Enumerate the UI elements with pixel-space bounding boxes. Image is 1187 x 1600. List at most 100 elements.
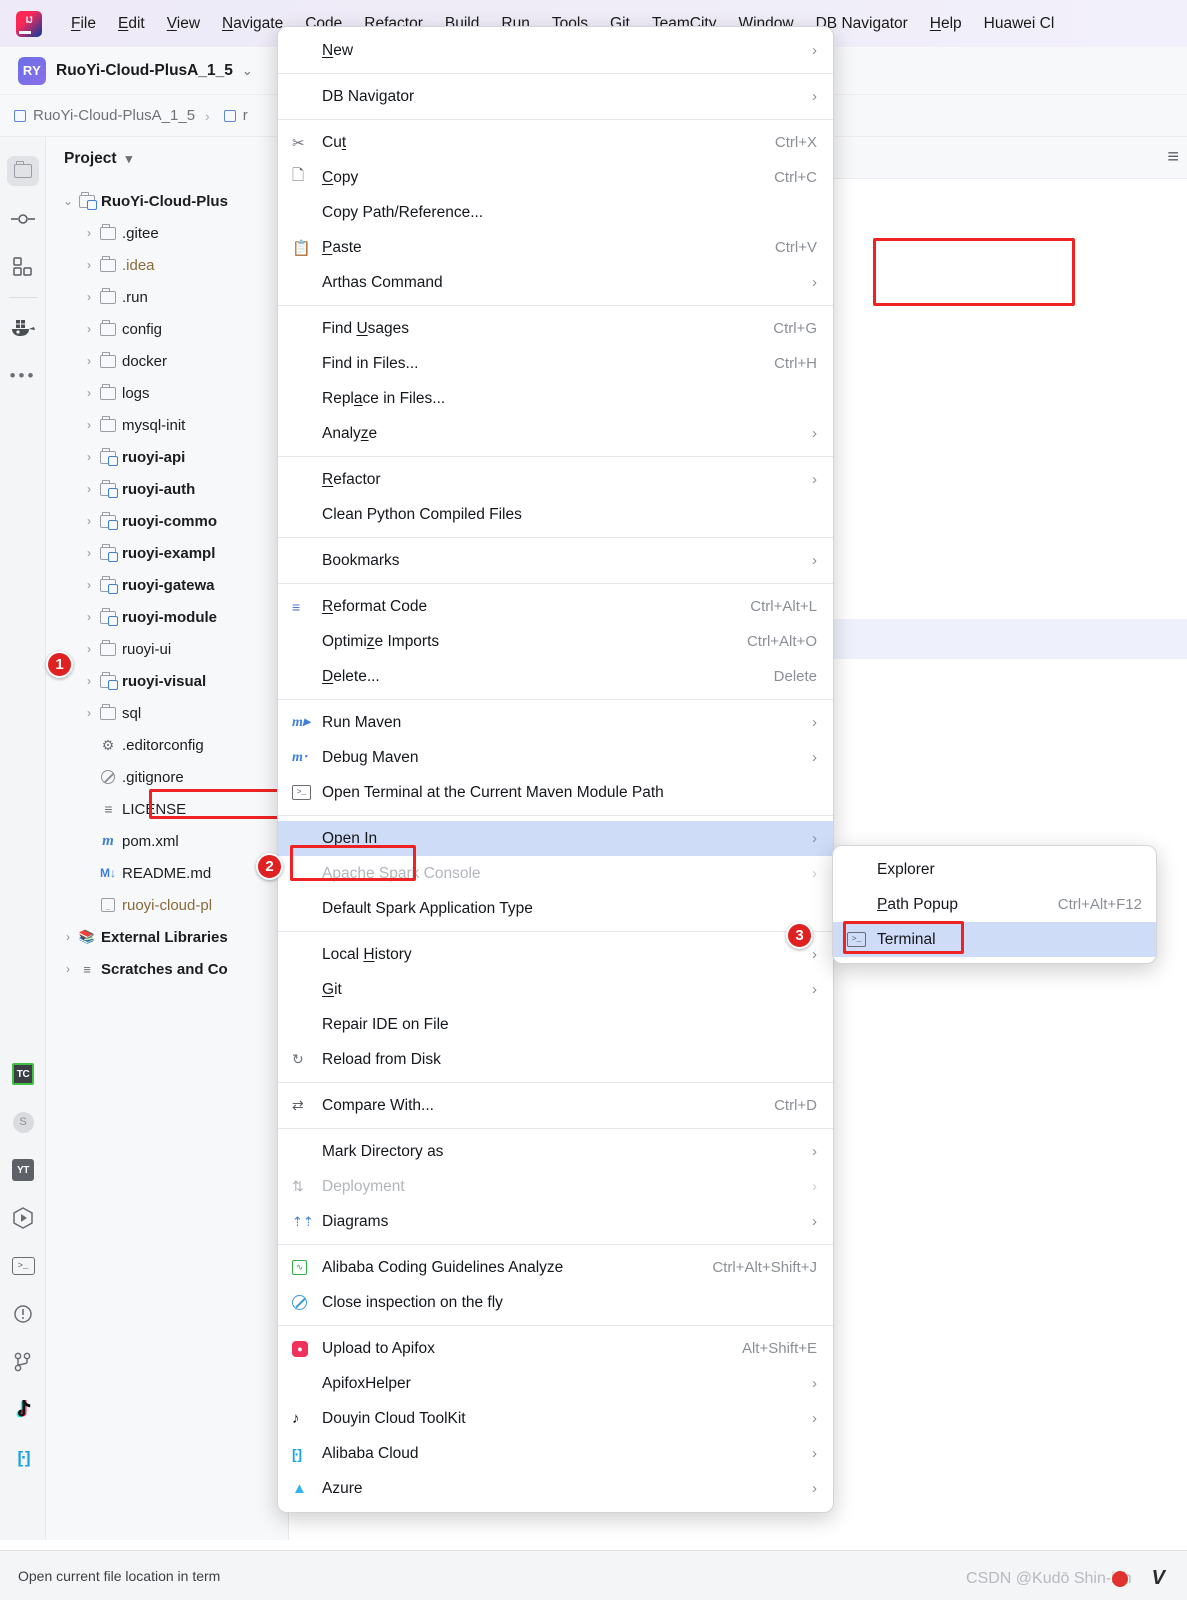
commit-icon[interactable] — [0, 195, 46, 243]
tree-item-ruoyi-auth[interactable]: › ruoyi-auth — [46, 473, 288, 505]
tree-item-ruoyi-module[interactable]: › ruoyi-module — [46, 601, 288, 633]
tree-item-sql[interactable]: › sql — [46, 697, 288, 729]
tree-item-scratches-and-co[interactable]: › ≡ Scratches and Co — [46, 953, 288, 985]
menu-item-cut[interactable]: ✂ Cut Ctrl+X — [278, 125, 833, 160]
menu-item-mark-directory-as[interactable]: Mark Directory as › — [278, 1134, 833, 1169]
terminal-icon[interactable]: >_ — [0, 1242, 46, 1290]
chevron-right-icon[interactable]: › — [81, 578, 97, 592]
tree-item-pom-xml[interactable]: m pom.xml — [46, 825, 288, 857]
menu-item-git[interactable]: Git › — [278, 972, 833, 1007]
git-branch-icon[interactable] — [0, 1338, 46, 1386]
menu-item-open-in[interactable]: Open In › — [278, 821, 833, 856]
menu-help[interactable]: Help — [919, 10, 973, 38]
menu-item-refactor[interactable]: Refactor › — [278, 462, 833, 497]
submenu-item-path-popup[interactable]: Path Popup Ctrl+Alt+F12 — [833, 887, 1156, 922]
menu-item-open-terminal-at-the-current-maven-module-path[interactable]: >_ Open Terminal at the Current Maven Mod… — [278, 775, 833, 810]
tree-item-gitignore[interactable]: .gitignore — [46, 761, 288, 793]
menu-item-delete[interactable]: Delete... Delete — [278, 659, 833, 694]
menu-huawei-cl[interactable]: Huawei Cl — [973, 10, 1066, 38]
services-icon[interactable]: S — [0, 1098, 46, 1146]
chevron-right-icon[interactable]: › — [60, 930, 76, 944]
chevron-right-icon[interactable]: › — [81, 322, 97, 336]
menu-item-clean-python-compiled-files[interactable]: Clean Python Compiled Files — [278, 497, 833, 532]
chevron-right-icon[interactable]: › — [81, 450, 97, 464]
chevron-right-icon[interactable]: › — [81, 642, 97, 656]
editor-options-icon[interactable]: ≡ — [1167, 146, 1179, 169]
chevron-right-icon[interactable]: › — [81, 706, 97, 720]
chevron-right-icon[interactable]: › — [81, 290, 97, 304]
breadcrumb-item-1[interactable]: r — [223, 107, 248, 124]
tree-item-ruoyi-commo[interactable]: › ruoyi-commo — [46, 505, 288, 537]
tree-item-readme-md[interactable]: M↓ README.md — [46, 857, 288, 889]
project-folder-icon[interactable] — [0, 147, 46, 195]
menu-item-azure[interactable]: ▲ Azure › — [278, 1471, 833, 1506]
menu-item-debug-maven[interactable]: m⋅ Debug Maven › — [278, 740, 833, 775]
problems-icon[interactable] — [0, 1290, 46, 1338]
tree-item-config[interactable]: › config — [46, 313, 288, 345]
chevron-right-icon[interactable]: › — [81, 226, 97, 240]
chevron-right-icon[interactable]: › — [81, 674, 97, 688]
tree-item-ruoyi-api[interactable]: › ruoyi-api — [46, 441, 288, 473]
chevron-down-icon[interactable]: ⌄ — [242, 63, 253, 79]
menu-item-upload-to-apifox[interactable]: ● Upload to Apifox Alt+Shift+E — [278, 1331, 833, 1366]
submenu-item-terminal[interactable]: >_ Terminal — [833, 922, 1156, 957]
menu-item-alibaba-cloud[interactable]: [·] Alibaba Cloud › — [278, 1436, 833, 1471]
chevron-right-icon[interactable]: › — [81, 418, 97, 432]
menu-item-run-maven[interactable]: m▸ Run Maven › — [278, 705, 833, 740]
docker-icon[interactable] — [0, 304, 46, 352]
chevron-right-icon[interactable]: › — [81, 386, 97, 400]
douyin-icon[interactable] — [0, 1386, 46, 1434]
tree-item-external-libraries[interactable]: › 📚 External Libraries — [46, 921, 288, 953]
menu-item-apifoxhelper[interactable]: ApifoxHelper › — [278, 1366, 833, 1401]
chevron-right-icon[interactable]: › — [81, 514, 97, 528]
menu-item-paste[interactable]: 📋 Paste Ctrl+V — [278, 230, 833, 265]
menu-item-replace-in-files[interactable]: Replace in Files... — [278, 381, 833, 416]
menu-item-alibaba-coding-guidelines-analyze[interactable]: ∿ Alibaba Coding Guidelines Analyze Ctrl+A… — [278, 1250, 833, 1285]
tree-item-ruoyi-cloud-pl[interactable]: _ ruoyi-cloud-pl — [46, 889, 288, 921]
run-icon[interactable] — [0, 1194, 46, 1242]
menu-item-douyin-cloud-toolkit[interactable]: ♪ Douyin Cloud ToolKit › — [278, 1401, 833, 1436]
menu-edit[interactable]: Edit — [107, 10, 156, 38]
menu-file[interactable]: File — [60, 10, 107, 38]
tree-item-ruoyi-visual[interactable]: › ruoyi-visual — [46, 665, 288, 697]
menu-item-diagrams[interactable]: ⇡⇡ Diagrams › — [278, 1204, 833, 1239]
tree-item-ruoyi-cloud-plus[interactable]: ⌄ RuoYi-Cloud-Plus — [46, 185, 288, 217]
menu-item-repair-ide-on-file[interactable]: Repair IDE on File — [278, 1007, 833, 1042]
menu-item-find-usages[interactable]: Find Usages Ctrl+G — [278, 311, 833, 346]
more-icon[interactable]: ••• — [0, 352, 46, 400]
chevron-right-icon[interactable]: › — [81, 354, 97, 368]
menu-item-bookmarks[interactable]: Bookmarks › — [278, 543, 833, 578]
menu-item-new[interactable]: New › — [278, 33, 833, 68]
chevron-down-icon[interactable]: ⌄ — [60, 194, 76, 208]
menu-item-compare-with[interactable]: ⇄ Compare With... Ctrl+D — [278, 1088, 833, 1123]
menu-item-close-inspection-on-the-fly[interactable]: Close inspection on the fly — [278, 1285, 833, 1320]
chevron-right-icon[interactable]: › — [81, 258, 97, 272]
chevron-right-icon[interactable]: › — [81, 546, 97, 560]
youtrack-icon[interactable]: YT — [0, 1146, 46, 1194]
menu-item-reload-from-disk[interactable]: ↻ Reload from Disk — [278, 1042, 833, 1077]
tree-item-mysql-init[interactable]: › mysql-init — [46, 409, 288, 441]
chevron-right-icon[interactable]: › — [81, 610, 97, 624]
menu-item-reformat-code[interactable]: ≡ Reformat Code Ctrl+Alt+L — [278, 589, 833, 624]
tree-item-run[interactable]: › .run — [46, 281, 288, 313]
menu-item-analyze[interactable]: Analyze › — [278, 416, 833, 451]
tree-item-idea[interactable]: › .idea — [46, 249, 288, 281]
tree-item-editorconfig[interactable]: ⚙ .editorconfig — [46, 729, 288, 761]
breadcrumb-item-0[interactable]: RuoYi-Cloud-PlusA_1_5 — [14, 107, 195, 124]
project-name-label[interactable]: RuoYi-Cloud-PlusA_1_5 — [56, 62, 233, 80]
structure-icon[interactable] — [0, 243, 46, 291]
tree-item-logs[interactable]: › logs — [46, 377, 288, 409]
chevron-right-icon[interactable]: › — [60, 962, 76, 976]
tree-item-docker[interactable]: › docker — [46, 345, 288, 377]
tree-item-ruoyi-exampl[interactable]: › ruoyi-exampl — [46, 537, 288, 569]
tree-item-license[interactable]: ≡ LICENSE — [46, 793, 288, 825]
menu-item-copy[interactable]: 🗋 Copy Ctrl+C — [278, 160, 833, 195]
menu-item-find-in-files[interactable]: Find in Files... Ctrl+H — [278, 346, 833, 381]
menu-item-db-navigator[interactable]: DB Navigator › — [278, 79, 833, 114]
menu-item-arthas-command[interactable]: Arthas Command › — [278, 265, 833, 300]
menu-item-default-spark-application-type[interactable]: Default Spark Application Type — [278, 891, 833, 926]
chevron-down-icon[interactable]: ▾ — [126, 151, 133, 167]
menu-item-optimize-imports[interactable]: Optimize Imports Ctrl+Alt+O — [278, 624, 833, 659]
teamcity-icon[interactable]: TC — [0, 1050, 46, 1098]
menu-item-copy-path-reference[interactable]: Copy Path/Reference... — [278, 195, 833, 230]
